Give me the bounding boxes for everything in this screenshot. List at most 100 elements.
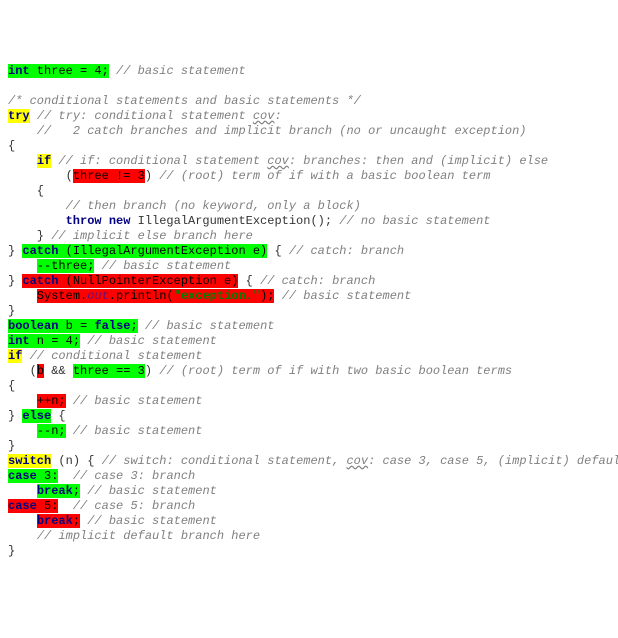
comment: // basic statement [102,259,232,273]
comment: // basic statement [282,289,412,303]
stmt: ++n; [37,394,66,408]
paren: ( [66,169,73,183]
kw-catch: catch [22,274,58,288]
code: (n) { [51,454,101,468]
squiggle: cov [253,109,275,123]
line-01: int three = 4; // basic statement [8,64,246,78]
line-19: int n = 4; // basic statement [8,334,217,348]
code: IllegalArgumentException(); [130,214,339,228]
comment: // basic statement [87,334,217,348]
line-14: --three; // basic statement [8,259,231,273]
stmt: --three; [37,259,95,273]
line-21: (b && three == 3) // (root) term of if w… [8,364,512,378]
line-23: ++n; // basic statement [8,394,202,408]
comment: // no basic statement [339,214,490,228]
brace: { [238,274,260,288]
catch-arg: (IllegalArgumentException e) [58,244,267,258]
kw-switch: switch [8,454,51,468]
semi: ; [73,514,80,528]
kw-break: break [37,484,73,498]
kw-catch: catch [22,244,58,258]
comment: : branches: then and (implicit) else [289,154,548,168]
comment: // implicit else branch here [51,229,253,243]
paren: ) [145,169,159,183]
line-31: break; // basic statement [8,514,217,528]
line-20: if // conditional statement [8,349,202,363]
code: ); [260,289,274,303]
comment: : [274,109,281,123]
brace: { [267,244,289,258]
line-13: } catch (IllegalArgumentException e) { /… [8,244,404,258]
comment: // basic statement [87,484,217,498]
line-05: // 2 catch branches and implicit branch … [8,124,527,138]
term-b: b [37,364,44,378]
kw-case: case [8,499,37,513]
line-07: if // if: conditional statement cov: bra… [8,154,548,168]
comment: // implicit default branch here [37,529,260,543]
kw-else: else [22,409,51,423]
brace: { [51,409,65,423]
string: "exception." [174,289,260,303]
line-22: { [8,379,15,393]
paren: ) [145,364,159,378]
comment: : case 3, case 5, (implicit) default [368,454,618,468]
line-24: } else { [8,409,66,423]
line-15: } catch (NullPointerException e) { // ca… [8,274,375,288]
catch-arg: (NullPointerException e) [58,274,238,288]
kw-boolean: boolean [8,319,58,333]
term: three == 3 [73,364,145,378]
comment: // conditional statement [30,349,203,363]
line-12: } // implicit else branch here [8,229,253,243]
line-09: { [8,184,44,198]
code: b = [58,319,94,333]
code: ; [130,319,137,333]
line-11: throw new IllegalArgumentException(); //… [8,214,491,228]
comment: // (root) term of if with two basic bool… [159,364,512,378]
code [58,499,72,513]
line-26: } [8,439,15,453]
comment: // switch: conditional statement, [102,454,347,468]
line-27: switch (n) { // switch: conditional stat… [8,454,618,468]
brace: } [8,244,22,258]
comment: // then branch (no keyword, only a block… [66,199,361,213]
comment: // (root) term of if with a basic boolea… [159,169,490,183]
line-32: // implicit default branch here [8,529,260,543]
comment: // try: conditional statement [37,109,253,123]
brace: } [8,409,22,423]
line-17: } [8,304,15,318]
kw-if: if [8,349,22,363]
line-18: boolean b = false; // basic statement [8,319,274,333]
comment: // basic statement [116,64,246,78]
line-25: --n; // basic statement [8,424,202,438]
kw-case: case [8,469,37,483]
term: three != 3 [73,169,145,183]
comment: // basic statement [73,394,203,408]
case-label: 3: [37,469,59,483]
line-30: case 5: // case 5: branch [8,499,195,513]
code: three = 4; [30,64,109,78]
line-29: break; // basic statement [8,484,217,498]
code: .println( [109,289,174,303]
kw-int: int [8,334,30,348]
line-10: // then branch (no keyword, only a block… [8,199,361,213]
line-03: /* conditional statements and basic stat… [8,94,361,108]
comment: // case 3: branch [73,469,195,483]
line-08: (three != 3) // (root) term of if with a… [8,169,491,183]
comment: // case 5: branch [73,499,195,513]
kw-break: break [37,514,73,528]
kw-if: if [37,154,51,168]
kw-throw-new: throw new [66,214,131,228]
comment: // catch: branch [260,274,375,288]
comment: // catch: branch [289,244,404,258]
code: System. [37,289,87,303]
code [58,469,72,483]
comment: // basic statement [145,319,275,333]
line-33: } [8,544,15,558]
squiggle: cov [267,154,289,168]
comment: // if: conditional statement [58,154,267,168]
code-block: int three = 4; // basic statement /* con… [8,64,610,559]
kw-try: try [8,109,30,123]
brace: } [8,274,22,288]
field-out: out [87,289,109,303]
line-28: case 3: // case 3: branch [8,469,195,483]
